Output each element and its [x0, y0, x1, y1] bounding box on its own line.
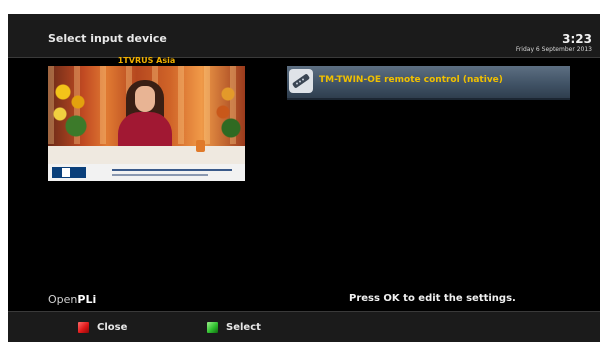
device-list-item-selected[interactable]: TM-TWIN-OE remote control (native) — [287, 66, 570, 100]
preview-ticker-logo-mark — [62, 168, 70, 177]
preview-desk — [48, 146, 245, 164]
device-list-item-label: TM-TWIN-OE remote control (native) — [319, 75, 503, 85]
channel-name: 1TVRUS Asia — [117, 56, 176, 65]
select-button-label: Select — [226, 321, 261, 333]
help-hint: Press OK to edit the settings. — [349, 293, 516, 304]
footer-bar: Close Select — [8, 311, 600, 342]
close-button[interactable]: Close — [78, 320, 127, 334]
red-key-icon — [78, 321, 89, 333]
clock-time: 3:23 — [562, 32, 592, 46]
preview-flowers-right — [213, 80, 243, 140]
header-bar: Select input device 3:23 Friday 6 Septem… — [8, 14, 600, 58]
tv-screen: Select input device 3:23 Friday 6 Septem… — [8, 14, 600, 342]
preview-anchor-face — [135, 86, 155, 112]
preview-ticker-subtext — [112, 174, 208, 176]
openpli-logo: OpenPLi — [48, 293, 96, 306]
clock-date: Friday 6 September 2013 — [515, 46, 592, 53]
remote-control-icon — [289, 69, 313, 93]
preview-ticker-text — [112, 169, 232, 171]
select-button[interactable]: Select — [207, 320, 261, 334]
green-key-icon — [207, 321, 218, 333]
video-preview — [48, 66, 245, 181]
preview-cup — [196, 140, 205, 152]
page-title: Select input device — [48, 32, 167, 45]
preview-flowers-left — [48, 74, 94, 144]
close-button-label: Close — [97, 321, 128, 333]
preview-ticker — [48, 164, 245, 181]
logo-text-light: Open — [48, 293, 78, 306]
logo-text-bold: PLi — [77, 293, 97, 306]
